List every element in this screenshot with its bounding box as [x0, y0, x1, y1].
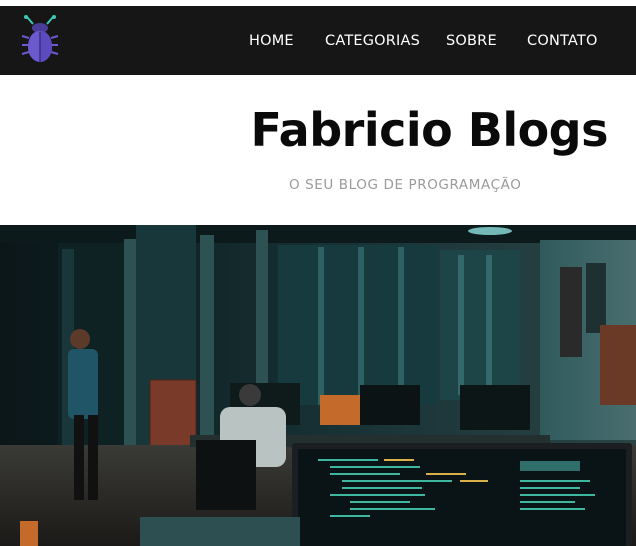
nav-categorias[interactable]: CATEGORIAS	[325, 33, 420, 49]
nav-home[interactable]: HOME	[249, 33, 294, 49]
site-subtitle: O SEU BLOG DE PROGRAMAÇÃO	[289, 177, 522, 193]
bug-icon[interactable]	[19, 14, 61, 70]
site-header: Fabricio Blogs O SEU BLOG DE PROGRAMAÇÃO	[0, 75, 636, 225]
office-coding-photo	[0, 225, 636, 546]
hero-image	[0, 225, 636, 546]
nav-contato[interactable]: CONTATO	[527, 33, 598, 49]
site-title: Fabricio Blogs	[250, 103, 608, 157]
nav-sobre[interactable]: SOBRE	[446, 33, 497, 49]
navbar: HOME CATEGORIAS SOBRE CONTATO	[0, 6, 636, 75]
